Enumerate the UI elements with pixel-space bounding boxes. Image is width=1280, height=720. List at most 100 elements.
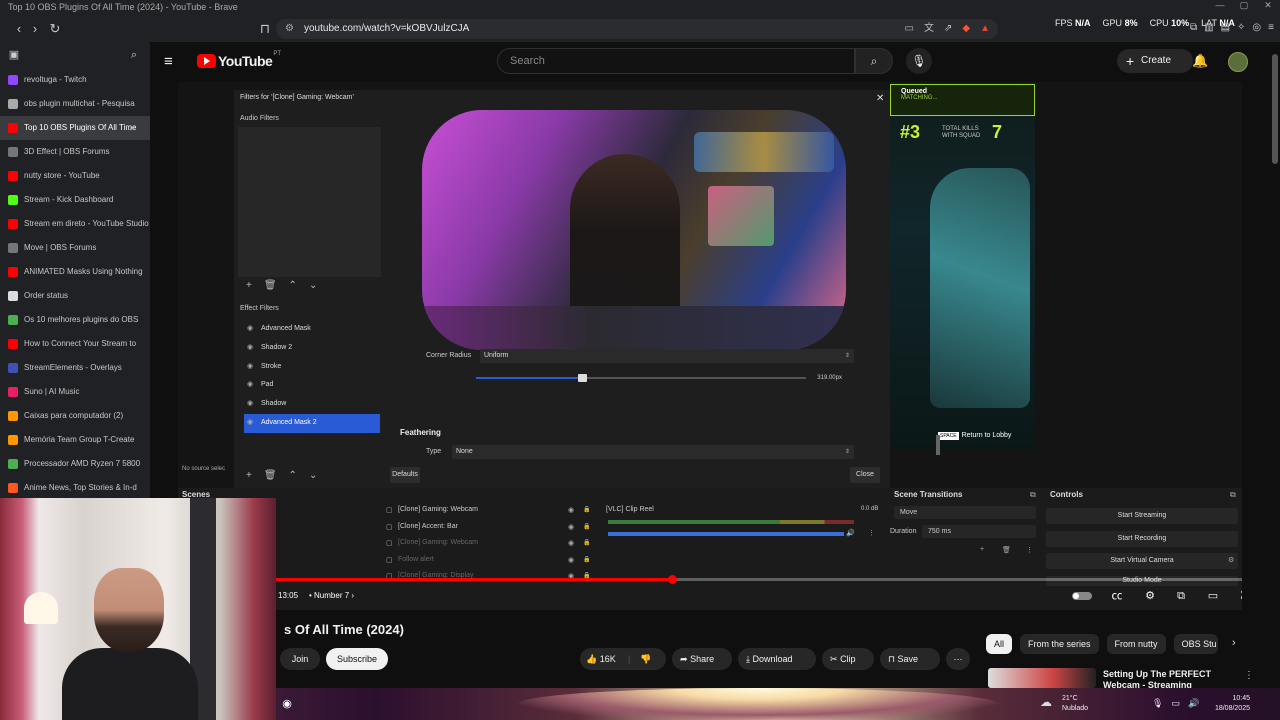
sidebar-toggle-icon[interactable]: ▥ bbox=[1204, 22, 1213, 33]
feathering-type-select[interactable]: None ⇕ bbox=[452, 445, 854, 459]
speaker-icon[interactable]: 🔊 bbox=[846, 529, 855, 537]
join-button[interactable]: Join bbox=[280, 648, 320, 670]
visibility-eye-icon[interactable]: ◉ bbox=[247, 395, 253, 413]
subscribe-button[interactable]: Subscribe bbox=[326, 648, 388, 670]
volume-icon[interactable]: 🔊 bbox=[1188, 698, 1199, 709]
related-video-thumbnail[interactable] bbox=[988, 668, 1096, 688]
vpn-icon[interactable]: ◎ bbox=[1252, 22, 1261, 33]
move-down-icon[interactable]: ⌄ bbox=[309, 280, 317, 291]
add-filter-icon[interactable]: + bbox=[246, 280, 252, 291]
effect-filter-item[interactable]: ◉ Advanced Mask bbox=[244, 320, 380, 339]
obs-control-button[interactable]: Start Recording bbox=[1046, 530, 1238, 547]
autoplay-toggle[interactable] bbox=[1072, 592, 1092, 600]
create-button[interactable]: + Create bbox=[1117, 49, 1193, 73]
sidebar-tab[interactable]: Suno | AI Music bbox=[0, 380, 150, 404]
video-player[interactable]: Queued MATCHING... #3 TOTAL KILLS WITH S… bbox=[178, 82, 1242, 610]
source-visibility-icon[interactable]: ◉ bbox=[568, 539, 574, 547]
controls-float-icon[interactable]: ⧉ bbox=[1230, 490, 1236, 500]
thumbs-down-icon[interactable]: 👎 bbox=[640, 648, 651, 670]
source-lock-icon[interactable]: 🔒 bbox=[583, 539, 590, 546]
filter-chip[interactable]: From the series bbox=[1020, 634, 1099, 654]
add-effect-icon[interactable]: + bbox=[246, 470, 252, 481]
weather-widget[interactable]: ☁ 21°C Nublado bbox=[1040, 694, 1088, 714]
dock-float-icon[interactable]: ⧉ bbox=[1030, 490, 1036, 500]
source-item[interactable]: [Clone] Gaming: Webcam bbox=[398, 539, 478, 546]
share-page-icon[interactable]: ⇗ bbox=[944, 19, 952, 39]
search-input[interactable]: Search bbox=[497, 48, 855, 74]
sidebar-tab[interactable]: Os 10 melhores plugins do OBS bbox=[0, 308, 150, 332]
transition-menu-icon[interactable]: ⋮ bbox=[1026, 546, 1033, 554]
sidebar-tab[interactable]: Memória Team Group T-Create bbox=[0, 428, 150, 452]
sidebar-tab[interactable]: Order status bbox=[0, 284, 150, 308]
sidebar-tab[interactable]: StreamElements - Overlays bbox=[0, 356, 150, 380]
slider-handle[interactable] bbox=[577, 374, 587, 382]
source-lock-icon[interactable]: 🔒 bbox=[583, 523, 590, 530]
extensions-icon[interactable]: ✧ bbox=[1237, 22, 1245, 33]
page-scrollbar[interactable] bbox=[1270, 42, 1280, 678]
save-button[interactable]: ⊓ Save bbox=[880, 648, 940, 670]
sidebar-tab[interactable]: revoltuga - Twitch bbox=[0, 68, 150, 92]
source-lock-icon[interactable]: 🔒 bbox=[583, 556, 590, 563]
notifications-bell-icon[interactable]: 🔔 bbox=[1192, 53, 1208, 69]
brave-rewards-icon[interactable]: ▲ bbox=[980, 19, 990, 39]
theater-mode-icon[interactable]: ▭ bbox=[1205, 588, 1221, 604]
video-progress-bar[interactable] bbox=[276, 575, 1242, 584]
remove-effect-icon[interactable]: 🗑 bbox=[264, 470, 277, 481]
fullscreen-icon[interactable]: ⛶ bbox=[1237, 588, 1242, 604]
visibility-eye-icon[interactable]: ◉ bbox=[247, 414, 253, 432]
miniplayer-icon[interactable]: ⧉ bbox=[1173, 588, 1189, 604]
sidebar-tab[interactable]: 3D Effect | OBS Forums bbox=[0, 140, 150, 164]
minimize-icon[interactable]: — bbox=[1208, 0, 1232, 16]
search-button[interactable]: ⌕ bbox=[855, 48, 893, 74]
source-item[interactable]: [Clone] Accent: Bar bbox=[398, 523, 458, 530]
mixer-menu-icon[interactable]: ⋮ bbox=[868, 529, 875, 537]
bookmark-icon[interactable]: ⊓ bbox=[256, 20, 274, 38]
source-visibility-icon[interactable]: ◉ bbox=[568, 523, 574, 531]
share-button[interactable]: ➦ Share bbox=[672, 648, 732, 670]
copy-icon[interactable]: ⧉ bbox=[1190, 22, 1197, 33]
sidebar-tab[interactable]: Stream - Kick Dashboard bbox=[0, 188, 150, 212]
corner-radius-value[interactable]: 319.00px bbox=[808, 371, 854, 385]
sidebar-tab[interactable]: obs plugin multichat - Pesquisa bbox=[0, 92, 150, 116]
captions-icon[interactable]: ㏄ bbox=[1109, 588, 1125, 604]
clip-button[interactable]: ✂ Clip bbox=[822, 648, 874, 670]
sidebar-tab[interactable]: How to Connect Your Stream to bbox=[0, 332, 150, 356]
sidebar-tab[interactable]: Processador AMD Ryzen 7 5800 bbox=[0, 452, 150, 476]
close-button[interactable]: Close bbox=[850, 467, 880, 483]
sidebar-tab[interactable]: Stream em direto - YouTube Studio bbox=[0, 212, 150, 236]
chapter-button[interactable]: • Number 7 › bbox=[309, 591, 354, 600]
browser-menu-icon[interactable]: ≡ bbox=[1268, 22, 1274, 33]
reload-icon[interactable]: ↻ bbox=[46, 20, 64, 38]
obs-control-button[interactable]: Start Virtual Camera bbox=[1046, 553, 1238, 569]
close-tab-icon[interactable]: ✕ bbox=[128, 116, 136, 140]
duration-input[interactable]: 750 ms bbox=[922, 525, 1036, 538]
more-actions-button[interactable]: ⋯ bbox=[946, 648, 970, 670]
youtube-logo[interactable]: YouTube PT bbox=[197, 51, 281, 69]
sidebar-tab[interactable]: nutty store - YouTube bbox=[0, 164, 150, 188]
source-visibility-icon[interactable]: ◉ bbox=[568, 556, 574, 564]
filter-chip[interactable]: All bbox=[986, 634, 1013, 654]
sidebar-panel-icon[interactable]: ▣ bbox=[6, 47, 22, 63]
forward-icon[interactable]: › bbox=[26, 20, 44, 38]
add-transition-icon[interactable]: + bbox=[980, 546, 984, 553]
audio-filters-list[interactable] bbox=[238, 127, 381, 277]
mixer-volume-slider[interactable] bbox=[608, 532, 844, 536]
effect-filter-item[interactable]: ◉ Advanced Mask 2 bbox=[244, 413, 380, 433]
visibility-eye-icon[interactable]: ◉ bbox=[247, 358, 253, 376]
dialog-close-icon[interactable]: ✕ bbox=[876, 93, 884, 104]
download-button[interactable]: ⤓ Download bbox=[738, 648, 816, 670]
site-info-icon[interactable]: ⚙ bbox=[285, 19, 294, 39]
sidebar-tab[interactable]: Anime News, Top Stories & In-d bbox=[0, 476, 150, 500]
effect-filter-item[interactable]: ◉ Shadow bbox=[244, 395, 380, 414]
wallet-icon[interactable]: ▤ bbox=[1221, 22, 1230, 33]
mic-tray-icon[interactable]: 🎙 bbox=[1152, 698, 1163, 709]
defaults-button[interactable]: Defaults bbox=[390, 467, 420, 483]
voice-search-button[interactable]: 🎙 bbox=[906, 48, 932, 74]
related-video-title[interactable]: Setting Up The PERFECT Webcam - Streamin… bbox=[1103, 669, 1233, 689]
move-up-icon[interactable]: ⌃ bbox=[289, 280, 297, 291]
virtual-camera-settings-icon[interactable]: ⚙ bbox=[1228, 556, 1234, 564]
sidebar-tab[interactable]: Move | OBS Forums bbox=[0, 236, 150, 260]
source-visibility-icon[interactable]: ◉ bbox=[568, 506, 574, 514]
avatar[interactable] bbox=[1228, 52, 1248, 72]
like-button[interactable]: 👍 16K bbox=[586, 648, 616, 670]
